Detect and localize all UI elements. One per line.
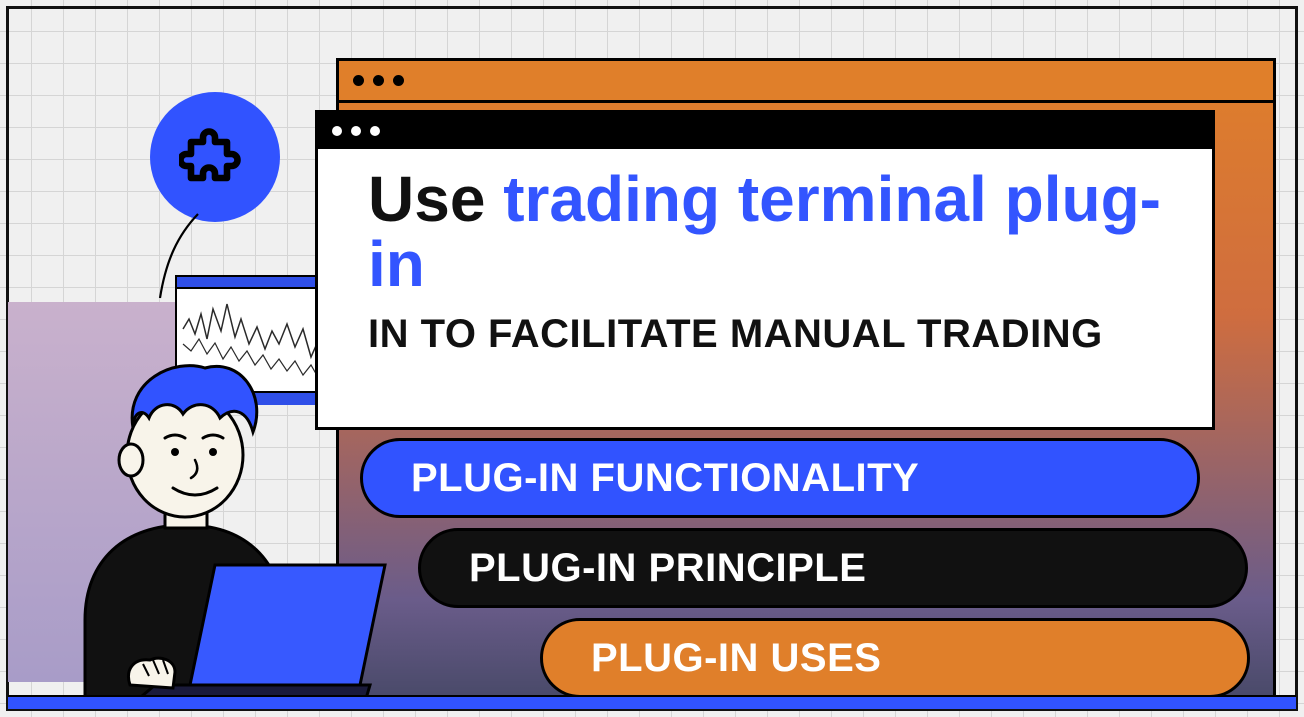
headline-prefix: Use [368, 163, 503, 235]
foreground-window-titlebar [318, 113, 1212, 149]
window-dot-icon [332, 126, 342, 136]
window-dot-icon [370, 126, 380, 136]
window-dot-icon [353, 75, 364, 86]
window-dot-icon [373, 75, 384, 86]
pill-principle-label: PLUG-IN PRINCIPLE [469, 546, 866, 591]
pill-principle: PLUG-IN PRINCIPLE [418, 528, 1248, 608]
window-dot-icon [351, 126, 361, 136]
badge-connector [158, 210, 218, 300]
bottom-bar [8, 695, 1296, 709]
pill-functionality-label: PLUG-IN FUNCTIONALITY [411, 456, 919, 501]
pill-functionality: PLUG-IN FUNCTIONALITY [360, 438, 1200, 518]
pill-uses-label: PLUG-IN USES [591, 636, 881, 681]
puzzle-icon [179, 121, 251, 193]
pill-uses: PLUG-IN USES [540, 618, 1250, 698]
foreground-window: Use trading terminal plug-in IN TO FACIL… [315, 110, 1215, 430]
background-window-titlebar [339, 61, 1273, 103]
window-dot-icon [393, 75, 404, 86]
headline-main: Use trading terminal plug-in [368, 167, 1170, 298]
headline-subtitle: IN TO FACILITATE MANUAL TRADING [368, 312, 1170, 357]
person-illustration [15, 310, 415, 710]
puzzle-badge [150, 92, 280, 222]
